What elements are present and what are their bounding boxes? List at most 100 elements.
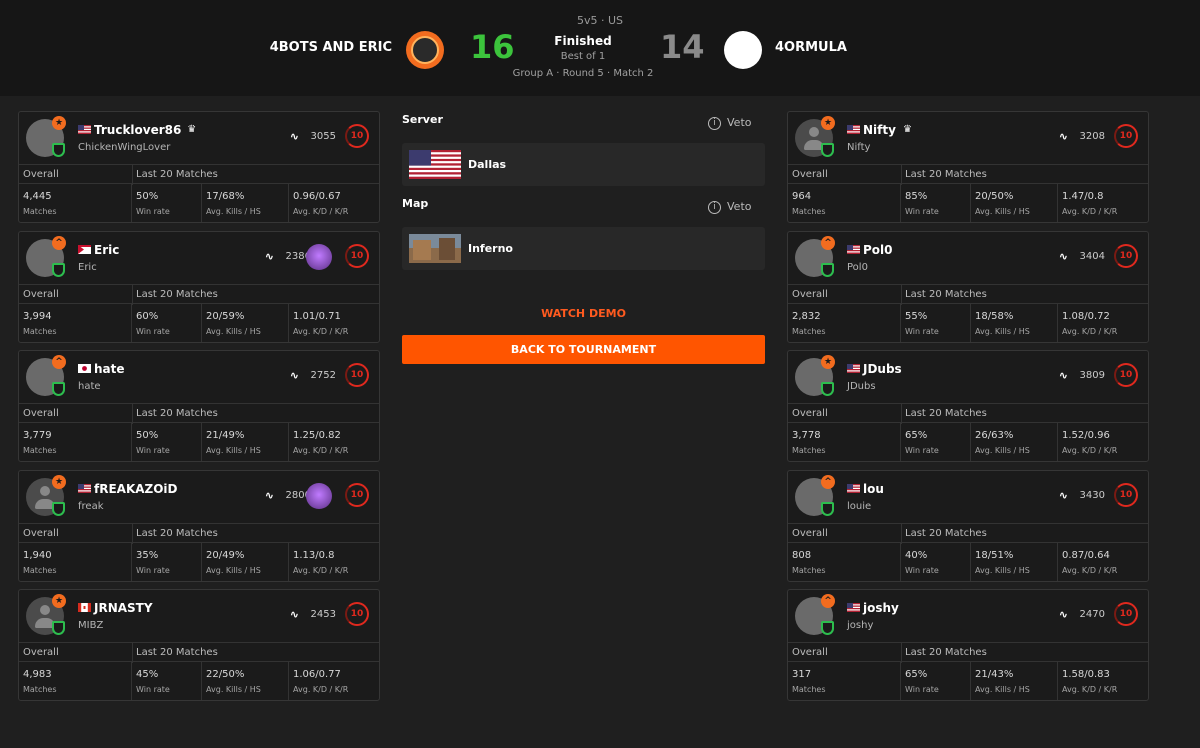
shield-icon	[52, 382, 65, 397]
map-veto-button[interactable]: i Veto	[708, 200, 751, 214]
stat-label: Matches	[792, 326, 826, 336]
player-name[interactable]: fREAKAZOiD	[94, 482, 178, 496]
stat-kills-hs: 26/63%	[975, 430, 1014, 442]
us-flag-icon	[78, 125, 91, 134]
stat-kd-kr: 1.58/0.83	[1062, 669, 1110, 681]
team-right-name[interactable]: 4ORMULA	[775, 40, 847, 55]
stat-label: Win rate	[136, 207, 170, 216]
elo-trend-icon: ∿	[1058, 249, 1068, 263]
player-elo: 3055	[310, 131, 336, 142]
overall-header: Overall	[792, 527, 828, 539]
stat-label: Avg. Kills / HS	[206, 446, 261, 456]
canada-flag-icon	[78, 603, 91, 613]
player-card[interactable]: ★ fREAKAZOiD freak ∿ 2800 10 Overall Las…	[18, 469, 380, 582]
player-card[interactable]: ★ JRNASTY MIBZ ∿ 2453 10 Overall Last 20…	[18, 589, 380, 702]
stat-label: Avg. Kills / HS	[206, 326, 261, 336]
stat-label: Matches	[792, 565, 826, 575]
rank-badge-icon: ^	[821, 474, 835, 489]
player-name[interactable]: hate	[94, 362, 125, 376]
star-badge-icon: ★	[821, 116, 835, 130]
stat-kd-kr: 1.13/0.8	[293, 549, 335, 561]
us-flag-icon	[847, 125, 860, 134]
elo-trend-icon: ∿	[1058, 369, 1068, 383]
stat-label: Win rate	[905, 326, 939, 336]
server-label: Server	[402, 113, 443, 126]
us-flag-icon	[847, 364, 860, 374]
us-flag-icon	[409, 150, 461, 179]
last20-header: Last 20 Matches	[136, 169, 218, 180]
elo-trend-icon: ∿	[264, 488, 274, 502]
player-elo: 3208	[1079, 131, 1105, 142]
last20-header: Last 20 Matches	[136, 527, 218, 539]
watch-demo-link[interactable]: WATCH DEMO	[402, 307, 765, 320]
player-name[interactable]: joshy	[863, 601, 899, 615]
stat-kills-hs: 22/50%	[206, 669, 245, 681]
player-card[interactable]: ★ Nifty ♛ Nifty ∿ 3208 10 Overall Last 2…	[787, 111, 1149, 223]
team-right-logo[interactable]	[724, 31, 762, 69]
overall-header: Overall	[792, 647, 828, 659]
back-to-tournament-button[interactable]: BACK TO TOURNAMENT	[402, 335, 765, 364]
skill-level-badge: 10	[1114, 363, 1138, 388]
player-name[interactable]: Pol0	[863, 243, 893, 257]
stat-matches: 3,994	[23, 310, 52, 322]
player-card[interactable]: ^ Pol0 Pol0 ∿ 3404 10 Overall Last 20 Ma…	[787, 230, 1149, 343]
skill-level-badge: 10	[345, 363, 369, 388]
team-left-logo[interactable]	[406, 31, 444, 69]
player-card[interactable]: ★ JDubs JDubs ∿ 3809 10 Overall Last 20 …	[787, 350, 1149, 463]
stat-label: Avg. Kills / HS	[975, 565, 1030, 575]
crown-icon: ♛	[903, 124, 912, 135]
skill-level-badge: 10	[1114, 482, 1138, 507]
stat-kd-kr: 1.52/0.96	[1062, 430, 1110, 442]
player-card[interactable]: ^ lou louie ∿ 3430 10 Overall Last 20 Ma…	[787, 469, 1149, 582]
overall-header: Overall	[792, 408, 828, 420]
stat-label: Win rate	[136, 326, 170, 336]
elo-trend-icon: ∿	[1058, 488, 1068, 502]
player-card[interactable]: ^ hate hate ∿ 2752 10 Overall Last 20 Ma…	[18, 350, 380, 463]
player-name[interactable]: Nifty	[863, 123, 896, 137]
rank-badge-icon: ^	[821, 594, 835, 609]
stat-label: Avg. K/D / K/R	[293, 565, 349, 575]
server-veto-button[interactable]: i Veto	[708, 116, 751, 130]
player-name[interactable]: Trucklover86	[94, 123, 181, 137]
stat-kills-hs: 20/49%	[206, 549, 245, 561]
player-card[interactable]: ★ Trucklover86 ♛ ChickenWingLover ∿ 3055…	[18, 111, 380, 223]
overall-header: Overall	[23, 169, 59, 180]
shield-icon	[821, 262, 834, 277]
player-card[interactable]: ^ Eric Eric ∿ 2386 10 Overall Last 20 Ma…	[18, 230, 380, 343]
veto-label: Veto	[727, 200, 752, 213]
us-flag-icon	[847, 603, 860, 613]
veto-label: Veto	[727, 116, 752, 129]
team-right-score: 14	[660, 28, 705, 66]
stat-kd-kr: 1.06/0.77	[293, 669, 341, 681]
stat-matches: 3,779	[23, 430, 52, 442]
rank-badge-icon: ^	[52, 355, 66, 370]
player-elo: 3404	[1079, 250, 1105, 262]
team-left-name[interactable]: 4BOTS AND ERIC	[270, 40, 392, 55]
player-nickname: joshy	[847, 620, 874, 632]
last20-header: Last 20 Matches	[136, 288, 218, 300]
shield-icon	[821, 143, 834, 157]
star-badge-icon: ★	[52, 116, 66, 130]
stat-label: Avg. K/D / K/R	[1062, 207, 1118, 216]
stat-label: Matches	[23, 685, 57, 695]
player-nickname: ChickenWingLover	[78, 142, 171, 153]
stat-label: Win rate	[905, 207, 939, 216]
skull-badge-icon	[306, 482, 332, 509]
stat-winrate: 65%	[905, 430, 928, 442]
player-name[interactable]: lou	[863, 482, 884, 496]
player-card[interactable]: ^ joshy joshy ∿ 2470 10 Overall Last 20 …	[787, 589, 1149, 702]
stat-label: Avg. K/D / K/R	[293, 207, 349, 216]
overall-header: Overall	[23, 647, 59, 659]
skill-level-badge: 10	[1114, 602, 1138, 627]
flag-icon	[78, 244, 91, 254]
shield-icon	[52, 143, 65, 157]
player-name[interactable]: JDubs	[863, 362, 902, 376]
stat-winrate: 50%	[136, 430, 159, 442]
match-format: 5v5 · US	[576, 14, 624, 27]
player-name[interactable]: JRNASTY	[94, 601, 153, 615]
player-name[interactable]: Eric	[94, 243, 119, 257]
skill-level-badge: 10	[1114, 124, 1138, 148]
stat-label: Avg. Kills / HS	[975, 446, 1030, 456]
stat-winrate: 85%	[905, 191, 928, 202]
shield-icon	[52, 262, 65, 277]
